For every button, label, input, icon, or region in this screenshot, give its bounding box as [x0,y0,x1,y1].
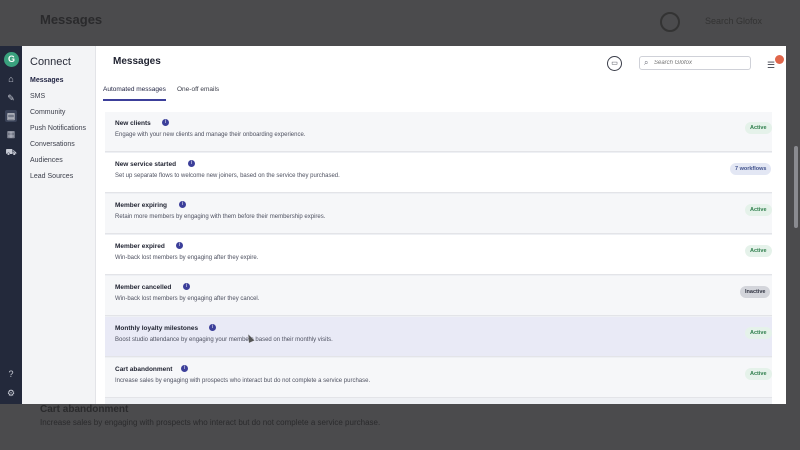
row-title: Cart abandonment [115,366,173,373]
search-input[interactable] [654,58,748,68]
subnav-item-messages[interactable]: Messages [30,77,63,84]
row-title: Member expiring [115,202,168,209]
gear-icon[interactable]: ⚙ [5,387,17,399]
backdrop-row-desc: Increase sales by engaging with prospect… [40,418,381,427]
subnav-item-push-notifications[interactable]: Push Notifications [30,125,86,132]
help-icon[interactable]: ? [5,368,17,380]
row-title: Member cancelled [115,284,172,291]
table-row[interactable]: Member expired i Win-back lost members b… [105,235,772,275]
row-title: New clients [115,120,151,127]
search-box[interactable]: ⌕ [639,56,751,70]
status-badge: Active [745,368,772,380]
subnav-item-community[interactable]: Community [30,109,65,116]
search-icon: ⌕ [644,58,649,67]
info-icon[interactable]: i [162,119,169,126]
tools-icon[interactable]: ✎ [5,92,17,104]
backdrop-chat-icon [660,12,680,32]
info-icon[interactable]: i [209,324,216,331]
row-title: New service started [115,161,177,168]
table-row[interactable]: Member expiring i Retain more members by… [105,194,772,234]
table-row[interactable]: New clients i Engage with your new clien… [105,112,772,152]
info-icon[interactable]: i [188,160,195,167]
page-scrollbar[interactable] [794,146,798,228]
row-description: Win-back lost members by engaging after … [115,255,259,261]
icon-rail: G ⌂ ✎ ▤ ▦ ⛟ ? ⚙ [0,46,22,404]
backdrop-search: Search Glofox [705,16,763,26]
subnav-title: Connect [30,56,71,68]
info-icon[interactable]: i [179,201,186,208]
subnav-item-sms[interactable]: SMS [30,93,45,100]
glofox-logo[interactable]: G [4,52,19,67]
info-icon[interactable]: i [181,365,188,372]
subnav-item-conversations[interactable]: Conversations [30,141,75,148]
status-badge: Active [745,204,772,216]
connect-subnav: Connect Messages SMS Community Push Noti… [22,46,96,404]
notification-badge[interactable] [775,55,784,64]
cart-icon[interactable]: ⛟ [5,146,17,158]
reports-icon[interactable]: ▦ [5,128,17,140]
row-description: Increase sales by engaging with prospect… [115,378,371,384]
status-badge: Active [745,122,772,134]
row-description: Boost studio attendance by engaging your… [115,337,333,343]
table-row[interactable]: Member cancelled i Win-back lost members… [105,276,772,316]
messages-icon[interactable]: ▤ [5,110,17,122]
table-row[interactable]: Cart abandonment i Increase sales by eng… [105,358,772,398]
subnav-item-lead-sources[interactable]: Lead Sources [30,173,73,180]
backdrop-title: Messages [40,12,103,27]
chat-icon: ▭ [611,60,618,67]
app-window: G ⌂ ✎ ▤ ▦ ⛟ ? ⚙ Connect Messages SMS Com… [0,46,786,404]
row-title: Member expired [115,243,165,250]
status-badge: 7 workflows [730,163,772,175]
info-icon[interactable]: i [183,283,190,290]
row-title: Monthly loyalty milestones [115,325,199,332]
row-description: Win-back lost members by engaging after … [115,296,260,302]
table-row[interactable]: New service started i Set up separate fl… [105,153,772,193]
table-row[interactable]: Monthly loyalty milestones i Boost studi… [105,317,772,357]
home-icon[interactable]: ⌂ [5,73,17,85]
status-badge: Inactive [740,286,771,298]
backdrop-row-title: Cart abandonment [40,404,129,415]
row-description: Set up separate flows to welcome new joi… [115,173,340,179]
automated-messages-list: New clients i Engage with your new clien… [105,112,772,404]
tab-one-off-emails[interactable]: One-off emails [177,86,219,99]
row-description: Retain more members by engaging with the… [115,214,326,220]
page-title: Messages [113,56,161,67]
status-badge: Active [745,327,772,339]
status-badge: Active [745,245,772,257]
main-content: Messages ▭ ⌕ ☰ Automated messages One-of… [96,46,786,404]
row-description: Engage with your new clients and manage … [115,132,306,138]
chat-button[interactable]: ▭ [607,56,622,71]
subnav-item-audiences[interactable]: Audiences [30,157,63,164]
tab-automated-messages[interactable]: Automated messages [103,86,166,101]
info-icon[interactable]: i [176,242,183,249]
